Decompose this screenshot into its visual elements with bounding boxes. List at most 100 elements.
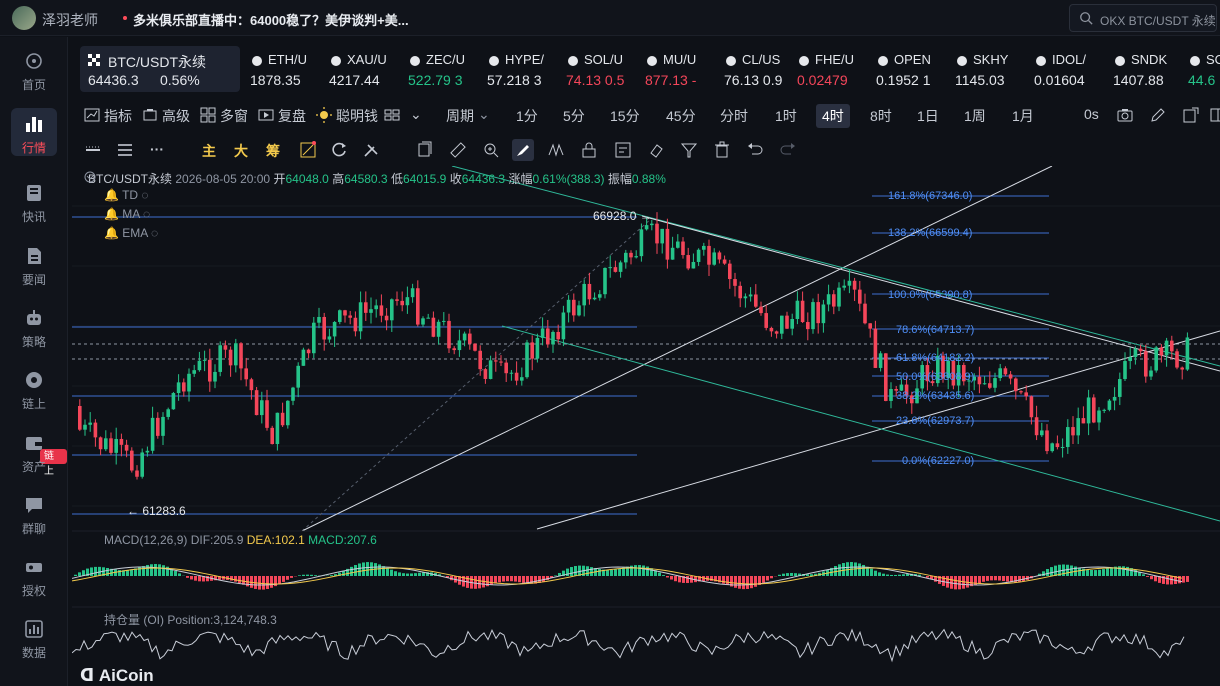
macd-bar bbox=[514, 576, 517, 582]
multi-window-button[interactable]: 多窗 bbox=[220, 106, 248, 126]
ruler-icon[interactable] bbox=[449, 141, 467, 159]
copy-icon[interactable] bbox=[416, 141, 434, 159]
redo-icon[interactable] bbox=[779, 141, 797, 159]
ticker-fhe[interactable]: FHE/U 0.02479 bbox=[793, 46, 871, 92]
interval-1h[interactable]: 1时 bbox=[775, 106, 797, 126]
sidebar-item-onchain[interactable]: 链上 bbox=[0, 364, 68, 422]
collapse-icon[interactable] bbox=[84, 171, 96, 183]
macd-bar bbox=[282, 576, 285, 582]
heatmap-icon[interactable] bbox=[299, 141, 317, 159]
ticker-cl[interactable]: CL/US 76.13 0.9 bbox=[720, 46, 798, 92]
sidebar-item-chat[interactable]: 群聊 bbox=[0, 489, 68, 547]
live-broadcast-link[interactable]: 多米俱乐部直播中：64000稳了？美伊谈判+美... bbox=[133, 10, 409, 29]
sidebar-item-assets[interactable]: 资产 bbox=[0, 427, 68, 485]
interval-timeshare[interactable]: 分时 bbox=[720, 106, 748, 126]
indicator-button[interactable]: 指标 bbox=[104, 106, 132, 126]
sidebar-item-market[interactable]: 行情 bbox=[0, 108, 68, 166]
candle-body bbox=[540, 328, 545, 338]
camera-icon[interactable] bbox=[1117, 107, 1133, 123]
undo-icon[interactable] bbox=[746, 141, 764, 159]
chart-area[interactable]: BTC/USDT永续 2026-08-05 20:00 开64048.0 高64… bbox=[72, 166, 1220, 686]
edit-icon[interactable] bbox=[1150, 107, 1166, 123]
live-indicator bbox=[123, 16, 127, 20]
macd-bar bbox=[1070, 565, 1073, 576]
ticker-hype[interactable]: HYPE/57.218 3 bbox=[483, 46, 561, 92]
avatar[interactable] bbox=[12, 6, 36, 30]
split-view-icon[interactable] bbox=[1210, 107, 1220, 123]
macd-bar bbox=[78, 572, 81, 576]
sidebar-item-strategy[interactable]: 策略 bbox=[0, 302, 68, 360]
interval-1w[interactable]: 1周 bbox=[964, 106, 986, 126]
tools-icon[interactable] bbox=[362, 141, 380, 159]
macd-bar bbox=[358, 563, 361, 576]
advanced-button[interactable]: 高级 bbox=[162, 106, 190, 126]
ticker-idol[interactable]: IDOL/0.01604 bbox=[1030, 46, 1108, 92]
ticker-eth[interactable]: ETH/U 1878.35 bbox=[246, 46, 324, 92]
replay-button[interactable]: 复盘 bbox=[278, 106, 306, 126]
macd-legend: MACD(12,26,9) DIF:205.9 DEA:102.1 MACD:2… bbox=[104, 533, 377, 547]
ticker-btc[interactable]: BTC/USDT永续 64436.3 0.56% bbox=[80, 46, 240, 92]
more-icon[interactable]: ··· bbox=[150, 141, 164, 157]
search-input[interactable]: OKX BTC/USDT 永续 bbox=[1069, 4, 1217, 32]
candle-body bbox=[832, 294, 836, 307]
user-name[interactable]: 泽羽老师 bbox=[42, 10, 98, 30]
interval-1m[interactable]: 1分 bbox=[516, 106, 538, 126]
ticker-sndk[interactable]: SNDK 1407.88 bbox=[1109, 46, 1187, 92]
macd-bar bbox=[1046, 569, 1049, 576]
main-chart-toggle[interactable]: 主 bbox=[202, 141, 216, 161]
smart-money-button[interactable]: 聪明钱 bbox=[336, 106, 378, 126]
trash-icon[interactable] bbox=[713, 141, 731, 159]
sidebar-item-home[interactable]: 首页 bbox=[0, 45, 68, 103]
sidebar-item-data[interactable]: 数据 bbox=[0, 613, 68, 671]
interval-5m[interactable]: 5分 bbox=[563, 106, 585, 126]
eye-off-icon[interactable]: ◌ bbox=[141, 188, 148, 202]
indicator-td[interactable]: 🔔 TD ◌ bbox=[104, 188, 149, 202]
okx-logo-icon bbox=[88, 54, 100, 66]
macd-bar bbox=[870, 568, 873, 576]
candle-body bbox=[119, 438, 124, 445]
ticker-open[interactable]: OPEN 0.1952 1 bbox=[872, 46, 950, 92]
ticker-price: 0.1952 1 bbox=[876, 72, 931, 88]
candle-body bbox=[312, 322, 316, 354]
sidebar-item-headlines[interactable]: 要闻 bbox=[0, 240, 68, 298]
popout-icon[interactable] bbox=[1183, 107, 1199, 123]
lock-icon[interactable] bbox=[580, 141, 598, 159]
indicator-ma[interactable]: 🔔 MA ◌ bbox=[104, 207, 150, 221]
ticker-sol[interactable]: SOL/U 74.13 0.5 bbox=[562, 46, 640, 92]
candle-body bbox=[1133, 348, 1138, 358]
interval-8h[interactable]: 8时 bbox=[870, 106, 892, 126]
sidebar-item-flash[interactable]: 快讯 bbox=[0, 177, 68, 235]
refresh-icon[interactable] bbox=[330, 141, 348, 159]
sidebar-item-authorize[interactable]: 授权 bbox=[0, 551, 68, 609]
interval-4h[interactable]: 4时 bbox=[816, 104, 850, 128]
period-dropdown[interactable]: 周期 bbox=[446, 106, 474, 126]
chip-toggle[interactable]: 筹 bbox=[266, 141, 280, 161]
mirror-icon[interactable] bbox=[547, 141, 565, 159]
candle-body bbox=[244, 368, 248, 380]
aicoin-logo: ᗡ AiCoin bbox=[80, 666, 154, 685]
ticker-xau[interactable]: XAU/U 4217.44 bbox=[325, 46, 403, 92]
ticker-mu[interactable]: MU/U 877.13 - bbox=[641, 46, 719, 92]
magnet-icon[interactable] bbox=[647, 141, 665, 159]
interval-1d[interactable]: 1日 bbox=[917, 106, 939, 126]
ticker-zec[interactable]: ZEC/U 522.79 3 bbox=[404, 46, 482, 92]
filter-icon[interactable] bbox=[680, 141, 698, 159]
ticker-so[interactable]: SO 44.6 bbox=[1184, 46, 1220, 92]
zoom-in-icon[interactable] bbox=[482, 141, 500, 159]
ruler-lines-icon[interactable] bbox=[84, 141, 102, 159]
interval-1mo[interactable]: 1月 bbox=[1012, 106, 1034, 126]
note-icon[interactable] bbox=[614, 141, 632, 159]
eye-off-icon[interactable]: ◌ bbox=[151, 226, 158, 240]
chart-canvas[interactable] bbox=[72, 166, 1220, 686]
big-order-toggle[interactable]: 大 bbox=[234, 141, 248, 161]
interval-45m[interactable]: 45分 bbox=[666, 106, 696, 126]
menu-icon[interactable] bbox=[116, 141, 134, 159]
indicator-ema[interactable]: 🔔 EMA ◌ bbox=[104, 226, 158, 240]
chevron-down-icon[interactable]: ⌄ bbox=[478, 106, 490, 123]
ticker-skhy[interactable]: SKHY 1145.03 bbox=[951, 46, 1029, 92]
brush-icon[interactable] bbox=[512, 139, 534, 161]
eye-off-icon[interactable]: ◌ bbox=[143, 207, 150, 221]
interval-15m[interactable]: 15分 bbox=[610, 106, 640, 126]
chevron-down-icon[interactable]: ⌄ bbox=[410, 106, 422, 123]
macd-bar bbox=[394, 571, 397, 576]
